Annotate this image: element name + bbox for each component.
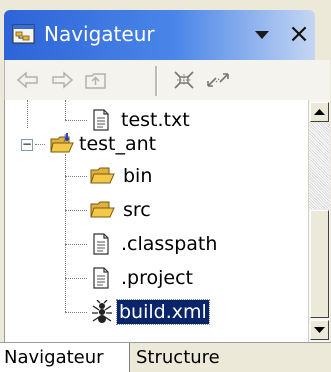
forward-arrow-icon[interactable] bbox=[49, 68, 75, 92]
project-folder-icon: J bbox=[49, 132, 74, 156]
navigator-tree[interactable]: test.txt − J test_ant bin src .classpath… bbox=[4, 100, 309, 342]
tree-item-label: bin bbox=[123, 165, 153, 187]
scroll-up-button[interactable] bbox=[310, 102, 329, 122]
tree-item-bin[interactable]: bin bbox=[5, 160, 305, 192]
view-title: Navigateur bbox=[44, 22, 155, 46]
navigator-view-icon bbox=[12, 23, 36, 45]
close-icon[interactable]: × bbox=[285, 19, 313, 49]
back-arrow-icon[interactable] bbox=[15, 68, 41, 92]
view-menu-triangle-icon[interactable] bbox=[250, 22, 276, 48]
folder-icon bbox=[89, 164, 115, 188]
vertical-scrollbar[interactable] bbox=[308, 100, 330, 342]
tree-item-classpath[interactable]: .classpath bbox=[5, 228, 305, 260]
tree-item-label: .project bbox=[121, 267, 193, 289]
view-title-bar[interactable]: Navigateur × bbox=[4, 10, 315, 60]
tree-item-label: test_ant bbox=[79, 133, 157, 155]
tree-item-test-ant[interactable]: − J test_ant bbox=[5, 128, 305, 160]
tab-structure[interactable]: Structure bbox=[132, 343, 252, 372]
ant-file-icon bbox=[89, 299, 113, 324]
tree-item-label: src bbox=[123, 199, 151, 221]
view-toolbar bbox=[4, 60, 330, 100]
link-with-editor-icon[interactable] bbox=[205, 68, 231, 92]
tree-item-label: .classpath bbox=[121, 233, 218, 255]
text-file-icon bbox=[89, 266, 113, 290]
scroll-track[interactable] bbox=[309, 122, 330, 210]
scroll-thumb[interactable] bbox=[310, 210, 329, 318]
tree-item-project[interactable]: .project bbox=[5, 262, 305, 294]
folder-icon bbox=[89, 198, 115, 222]
bottom-tab-bar: Navigateur Structure bbox=[0, 342, 331, 372]
navigator-view: Navigateur × test.txt − J test_ant bin s… bbox=[0, 0, 331, 372]
up-folder-icon[interactable] bbox=[83, 68, 109, 92]
text-file-icon bbox=[89, 232, 113, 256]
tab-navigateur[interactable]: Navigateur bbox=[0, 343, 130, 372]
tree-item-label: build.xml bbox=[116, 299, 210, 325]
svg-text:J: J bbox=[63, 133, 66, 142]
toolbar-separator bbox=[155, 66, 158, 96]
scroll-down-button[interactable] bbox=[310, 320, 329, 340]
collapse-toggle[interactable]: − bbox=[21, 138, 33, 151]
tree-item-build-xml[interactable]: build.xml bbox=[5, 296, 305, 328]
collapse-all-icon[interactable] bbox=[171, 68, 197, 92]
tree-item-src[interactable]: src bbox=[5, 194, 305, 226]
